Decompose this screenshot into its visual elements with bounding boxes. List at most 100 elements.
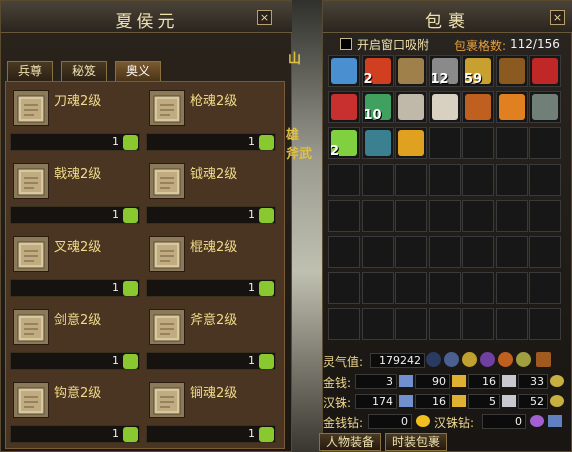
tab-aoyi[interactable]: 奥义 xyxy=(115,61,161,81)
gear-icon[interactable] xyxy=(444,352,459,367)
skill-item[interactable]: 叉魂2级 1 xyxy=(8,230,142,300)
inventory-slot[interactable] xyxy=(529,91,561,124)
leaf-icon[interactable] xyxy=(259,427,274,442)
leaf-icon[interactable] xyxy=(123,427,138,442)
item-icon[interactable] xyxy=(431,94,458,121)
gem-icon[interactable] xyxy=(480,352,495,367)
game-scene[interactable]: 山 雄 斧武 xyxy=(286,0,322,452)
close-icon[interactable]: × xyxy=(257,10,272,25)
inventory-slot[interactable] xyxy=(328,272,360,305)
item-icon[interactable] xyxy=(465,94,491,121)
leaf-icon[interactable] xyxy=(259,208,274,223)
skill-book-icon[interactable] xyxy=(149,309,185,345)
moon-icon[interactable] xyxy=(426,352,441,367)
inventory-slot[interactable] xyxy=(361,236,394,268)
item-icon[interactable] xyxy=(331,94,357,121)
skill-item[interactable]: 戟魂2级 1 xyxy=(8,157,142,227)
inventory-slot[interactable] xyxy=(328,163,360,196)
leaf-icon[interactable] xyxy=(259,135,274,150)
skill-book-icon[interactable] xyxy=(149,90,185,126)
skill-book-icon[interactable] xyxy=(13,382,49,418)
coin-icon[interactable] xyxy=(516,352,531,367)
inventory-slot[interactable]: 2 xyxy=(361,55,394,87)
leaf-icon[interactable] xyxy=(123,135,138,150)
inventory-slot[interactable] xyxy=(529,163,561,196)
item-icon[interactable] xyxy=(364,130,391,157)
fashion-bag-button[interactable]: 时装包裹 xyxy=(385,433,447,451)
item-icon[interactable] xyxy=(398,130,424,157)
scroll-icon[interactable] xyxy=(498,352,513,367)
inventory-slot[interactable]: 2 xyxy=(328,127,360,160)
close-icon[interactable]: × xyxy=(550,10,565,25)
inventory-slot[interactable] xyxy=(361,272,394,305)
inventory-slot[interactable] xyxy=(428,272,461,305)
inventory-slot[interactable] xyxy=(462,163,494,196)
tab-bingzun[interactable]: 兵尊 xyxy=(7,61,53,81)
leaf-icon[interactable] xyxy=(123,208,138,223)
item-icon[interactable] xyxy=(532,58,558,84)
skill-item[interactable]: 枪魂2级 1 xyxy=(144,84,278,154)
inventory-slot[interactable] xyxy=(462,127,494,160)
inventory-slot[interactable] xyxy=(529,308,561,341)
leaf-icon[interactable] xyxy=(123,281,138,296)
inventory-slot[interactable] xyxy=(395,308,427,341)
skill-item[interactable]: 钺魂2级 1 xyxy=(144,157,278,227)
inventory-slot[interactable] xyxy=(328,236,360,268)
inventory-slot[interactable] xyxy=(495,199,528,232)
skill-item[interactable]: 钩意2级 1 xyxy=(8,376,142,446)
skill-book-icon[interactable] xyxy=(13,236,49,272)
inventory-slot[interactable] xyxy=(395,272,427,305)
inventory-slot[interactable] xyxy=(529,272,561,305)
inventory-slot[interactable]: 59 xyxy=(462,55,494,87)
pot-icon[interactable] xyxy=(536,352,551,367)
inventory-slot[interactable] xyxy=(462,91,494,124)
inventory-slot[interactable]: 12 xyxy=(428,55,461,87)
inventory-slot[interactable] xyxy=(495,91,528,124)
inventory-slot[interactable] xyxy=(428,91,461,124)
inventory-slot[interactable] xyxy=(361,308,394,341)
skill-book-icon[interactable] xyxy=(13,309,49,345)
inventory-slot[interactable] xyxy=(462,236,494,268)
item-icon[interactable] xyxy=(498,94,525,121)
skill-item[interactable]: 棍魂2级 1 xyxy=(144,230,278,300)
inventory-slot[interactable] xyxy=(529,127,561,160)
inventory-slot[interactable] xyxy=(428,199,461,232)
inventory-slot[interactable] xyxy=(462,272,494,305)
item-icon[interactable] xyxy=(398,94,424,121)
auto-absorb-checkbox[interactable] xyxy=(340,38,352,50)
skill-book-icon[interactable] xyxy=(13,163,49,199)
inventory-slot[interactable] xyxy=(495,272,528,305)
inventory-slot[interactable] xyxy=(428,308,461,341)
inventory-slot[interactable] xyxy=(428,127,461,160)
skill-book-icon[interactable] xyxy=(149,382,185,418)
inventory-slot[interactable] xyxy=(462,199,494,232)
inventory-slot[interactable] xyxy=(529,236,561,268)
inventory-slot[interactable] xyxy=(328,55,360,87)
skill-item[interactable]: 刀魂2级 1 xyxy=(8,84,142,154)
inventory-slot[interactable] xyxy=(395,91,427,124)
inventory-slot[interactable] xyxy=(395,55,427,87)
skill-item[interactable]: 斧意2级 1 xyxy=(144,303,278,373)
inventory-slot[interactable] xyxy=(495,55,528,87)
inventory-slot[interactable] xyxy=(495,127,528,160)
leaf-icon[interactable] xyxy=(259,281,274,296)
skill-panel-titlebar[interactable]: 夏侯元 × xyxy=(1,1,293,33)
inventory-slot[interactable] xyxy=(395,199,427,232)
inventory-slot[interactable] xyxy=(395,127,427,160)
inventory-slot[interactable]: 10 xyxy=(361,91,394,124)
inventory-slot[interactable] xyxy=(328,91,360,124)
inventory-slot[interactable] xyxy=(428,236,461,268)
inventory-slot[interactable] xyxy=(395,163,427,196)
item-icon[interactable] xyxy=(532,94,558,121)
item-icon[interactable] xyxy=(331,58,357,84)
inventory-slot[interactable] xyxy=(428,163,461,196)
leaf-icon[interactable] xyxy=(123,354,138,369)
inventory-slot[interactable] xyxy=(529,199,561,232)
inventory-slot[interactable] xyxy=(361,127,394,160)
item-icon[interactable] xyxy=(498,58,525,84)
skill-item[interactable]: 锏魂2级 1 xyxy=(144,376,278,446)
inventory-slot[interactable] xyxy=(529,55,561,87)
skill-item[interactable]: 剑意2级 1 xyxy=(8,303,142,373)
inventory-titlebar[interactable]: 包裹 × xyxy=(323,1,572,33)
inventory-slot[interactable] xyxy=(495,308,528,341)
